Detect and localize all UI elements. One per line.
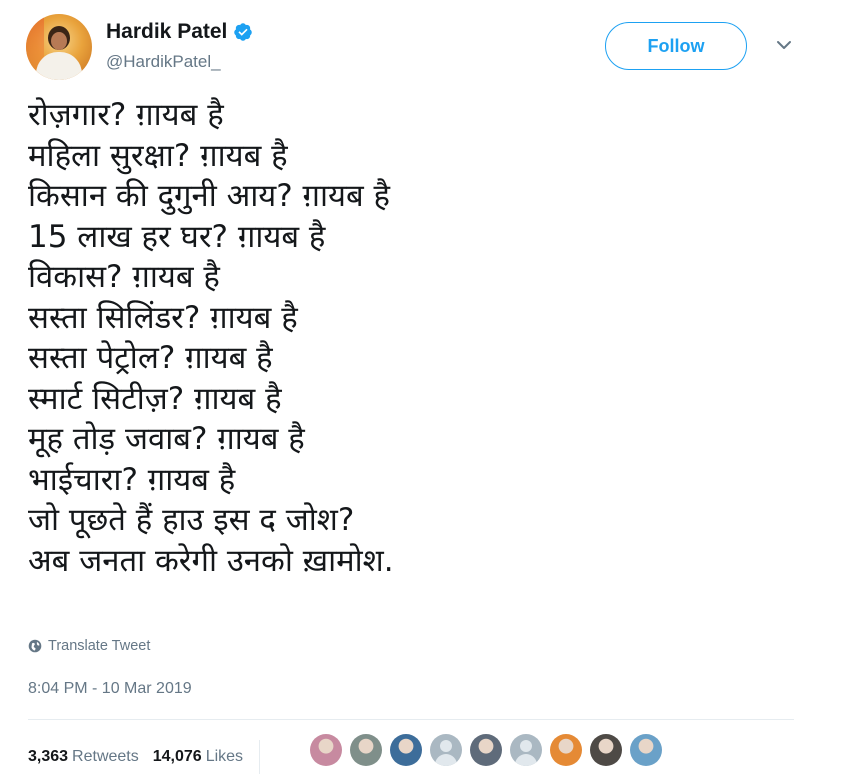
liker-avatar[interactable] [390, 734, 422, 766]
likes-label[interactable]: Likes [206, 748, 243, 766]
chevron-down-icon[interactable] [775, 38, 793, 52]
liker-avatar[interactable] [630, 734, 662, 766]
verified-badge-icon [234, 23, 253, 41]
author-avatar[interactable] [26, 14, 92, 80]
liker-avatars [310, 734, 670, 766]
liker-avatar[interactable] [590, 734, 622, 766]
tweet-line: स्मार्ट सिटीज़? ग़ायब है [28, 380, 282, 417]
avatar-figure-body [36, 52, 82, 80]
follow-button[interactable]: Follow [605, 22, 747, 70]
tweet-line: रोज़गार? ग़ायब है [28, 97, 224, 133]
tweet-line: महिला सुरक्षा? ग़ायब है [28, 137, 288, 174]
tweet-timestamp[interactable]: 8:04 PM - 10 Mar 2019 [28, 680, 192, 698]
default-avatar-icon[interactable] [510, 734, 542, 766]
author-name[interactable]: Hardik Patel [106, 20, 227, 44]
translate-tweet-link[interactable]: Translate Tweet [28, 638, 150, 654]
tweet-stats: 3,363 Retweets 14,076 Likes [28, 740, 272, 774]
retweets-count[interactable]: 3,363 [28, 748, 68, 766]
translate-tweet-label[interactable]: Translate Tweet [48, 638, 150, 654]
tweet-line: किसान की दुगुनी आय? ग़ायब है [28, 178, 391, 214]
tweet-line: सस्ता पेट्रोल? ग़ायब है [28, 340, 273, 376]
tweet-text: रोज़गार? ग़ायब है महिला सुरक्षा? ग़ायब ह… [28, 95, 394, 581]
stats-divider [28, 719, 794, 720]
author-handle[interactable]: @HardikPatel_ [106, 52, 221, 72]
avatar-figure-face [51, 32, 67, 50]
tweet-line: जो पूछते हैं हाउ इस द जोश? [28, 502, 355, 538]
stats-separator [259, 740, 261, 774]
tweet-line: सस्ता सिलिंडर? ग़ायब है [28, 299, 298, 336]
tweet-line: विकास? ग़ायब है [28, 259, 220, 295]
tweet-line: मूह तोड़ जवाब? ग़ायब है [28, 421, 305, 457]
retweets-label[interactable]: Retweets [72, 748, 139, 766]
liker-avatar[interactable] [470, 734, 502, 766]
default-avatar-icon[interactable] [430, 734, 462, 766]
liker-avatar[interactable] [350, 734, 382, 766]
liker-avatar[interactable] [550, 734, 582, 766]
globe-icon [28, 639, 42, 653]
tweet-line: भाईचारा? ग़ायब है [28, 461, 236, 498]
likes-count[interactable]: 14,076 [153, 748, 202, 766]
liker-avatar[interactable] [310, 734, 342, 766]
author-name-row[interactable]: Hardik Patel [106, 20, 253, 44]
tweet-line: अब जनता करेगी उनको ख़ामोश. [28, 542, 394, 579]
tweet-line: 15 लाख हर घर? ग़ायब है [28, 218, 326, 255]
